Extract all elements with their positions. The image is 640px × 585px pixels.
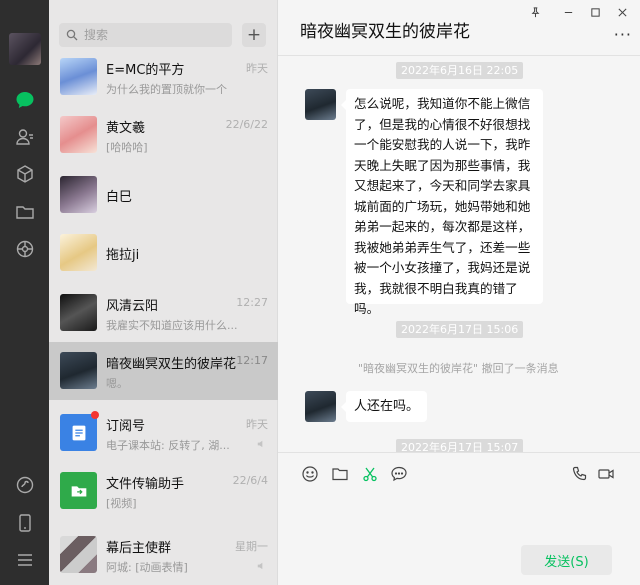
search-box[interactable] bbox=[59, 23, 232, 47]
avatar bbox=[60, 234, 97, 271]
screenshot-scissors-icon[interactable] bbox=[360, 464, 380, 484]
conversation-name: 订阅号 bbox=[106, 419, 146, 434]
pin-icon[interactable] bbox=[527, 4, 543, 20]
conversation-name: 白巳 bbox=[106, 190, 133, 205]
conversation-item-active[interactable]: 暗夜幽冥双生的彼岸花 嗯。 12:17 bbox=[49, 342, 278, 400]
conversation-item[interactable]: 风清云阳 我雇实不知道应该用什么... 12:27 bbox=[49, 284, 278, 342]
conversation-name: 暗夜幽冥双生的彼岸花 bbox=[106, 357, 236, 372]
conversation-item[interactable]: 文件传输助手 [视频] 22/6/4 bbox=[49, 462, 278, 520]
conversation-time: 12:27 bbox=[236, 296, 268, 309]
timestamp: 2022年6月17日 15:06 bbox=[396, 321, 524, 338]
conversation-item[interactable]: 订阅号 电子课本站: 反转了, 湖... 昨天 bbox=[49, 404, 278, 462]
contacts-icon[interactable] bbox=[13, 125, 37, 149]
conversation-name: 风清云阳 bbox=[106, 299, 159, 314]
conversation-name: E=MC的平方 bbox=[106, 63, 185, 78]
unread-dot bbox=[91, 411, 99, 419]
conversation-name: 拖拉ji bbox=[106, 248, 140, 263]
conversation-time: 昨天 bbox=[246, 418, 268, 431]
subscription-icon bbox=[60, 414, 97, 451]
chat-history-icon[interactable] bbox=[389, 464, 409, 484]
conversation-name: 文件传输助手 bbox=[106, 477, 185, 492]
conversation-preview: 为什么我的置顶就你一个 bbox=[106, 83, 227, 96]
send-button[interactable]: 发送(S) bbox=[521, 545, 612, 575]
conversation-preview: [视频] bbox=[106, 497, 137, 510]
conversation-item[interactable]: 拖拉ji bbox=[49, 224, 278, 282]
avatar bbox=[60, 352, 97, 389]
more-options-button[interactable]: ··· bbox=[614, 25, 632, 44]
conversation-time: 22/6/22 bbox=[225, 118, 268, 131]
avatar bbox=[60, 294, 97, 331]
contact-avatar[interactable] bbox=[305, 391, 336, 422]
maximize-icon[interactable] bbox=[587, 4, 603, 20]
conversation-name: 幕后主使群 bbox=[106, 541, 172, 556]
close-icon[interactable] bbox=[614, 4, 630, 20]
mute-icon bbox=[257, 562, 263, 570]
conversation-preview: 电子课本站: 反转了, 湖... bbox=[106, 439, 230, 452]
search-input[interactable] bbox=[84, 28, 224, 42]
composer: 发送(S) bbox=[278, 452, 640, 585]
timestamp: 2022年6月17日 15:07 bbox=[396, 439, 524, 452]
moments-icon[interactable] bbox=[13, 237, 37, 261]
conversation-item[interactable]: E=MC的平方 为什么我的置顶就你一个 昨天 bbox=[49, 48, 278, 106]
search-icon bbox=[66, 29, 78, 41]
message-bubble: 人还在吗。 bbox=[340, 391, 428, 422]
chat-panel: 暗夜幽冥双生的彼岸花 ··· 2022年6月16日 22:05 怎么说呢，我知道… bbox=[278, 0, 640, 585]
group-avatar bbox=[60, 536, 97, 573]
my-avatar[interactable] bbox=[9, 33, 41, 65]
video-call-icon[interactable] bbox=[596, 464, 616, 484]
message-bubble: 怎么说呢，我知道你不能上微信了，但是我的心情很不好很想找一个能安慰我的人说一下，… bbox=[341, 89, 543, 316]
file-transfer-icon bbox=[60, 472, 97, 509]
conversation-list: + E=MC的平方 为什么我的置顶就你一个 昨天 黄文羲 [哈哈哈] 22/6/… bbox=[49, 0, 278, 585]
phone-icon[interactable] bbox=[13, 511, 37, 535]
plus-icon: + bbox=[246, 25, 262, 45]
conversation-name: 黄文羲 bbox=[106, 121, 146, 136]
mute-icon bbox=[257, 440, 263, 448]
mini-programs-icon[interactable] bbox=[13, 473, 37, 497]
conversation-preview: 阿城: [动画表情] bbox=[106, 561, 188, 574]
folder-icon[interactable] bbox=[330, 464, 350, 484]
recall-notice: "暗夜幽冥双生的彼岸花" 撤回了一条消息 bbox=[358, 362, 559, 375]
conversation-item[interactable]: 白巳 bbox=[49, 166, 278, 224]
conversation-item[interactable]: 黄文羲 [哈哈哈] 22/6/22 bbox=[49, 106, 278, 164]
minimize-icon[interactable] bbox=[560, 4, 576, 20]
conversation-time: 12:17 bbox=[236, 354, 268, 367]
conversation-time: 昨天 bbox=[246, 62, 268, 75]
avatar bbox=[60, 58, 97, 95]
conversation-time: 22/6/4 bbox=[232, 474, 268, 487]
chat-title: 暗夜幽冥双生的彼岸花 bbox=[300, 22, 470, 42]
timestamp: 2022年6月16日 22:05 bbox=[396, 62, 524, 79]
add-chat-button[interactable]: + bbox=[242, 23, 266, 47]
conversation-preview: 我雇实不知道应该用什么... bbox=[106, 319, 238, 332]
voice-call-icon[interactable] bbox=[570, 464, 590, 484]
collections-icon[interactable] bbox=[13, 162, 37, 186]
contact-avatar[interactable] bbox=[305, 89, 336, 120]
nav-rail bbox=[0, 0, 49, 585]
emoji-icon[interactable] bbox=[300, 464, 320, 484]
avatar bbox=[60, 176, 97, 213]
conversation-item[interactable]: 幕后主使群 阿城: [动画表情] 星期一 bbox=[49, 526, 278, 584]
message-area: 2022年6月16日 22:05 怎么说呢，我知道你不能上微信了，但是我的心情很… bbox=[278, 56, 640, 452]
chat-header: 暗夜幽冥双生的彼岸花 ··· bbox=[278, 0, 640, 56]
menu-icon[interactable] bbox=[13, 548, 37, 572]
chat-icon[interactable] bbox=[13, 88, 37, 112]
conversation-preview: [哈哈哈] bbox=[106, 141, 148, 154]
avatar bbox=[60, 116, 97, 153]
conversation-preview: 嗯。 bbox=[106, 377, 128, 390]
folder-icon[interactable] bbox=[13, 200, 37, 224]
conversation-time: 星期一 bbox=[235, 540, 268, 553]
